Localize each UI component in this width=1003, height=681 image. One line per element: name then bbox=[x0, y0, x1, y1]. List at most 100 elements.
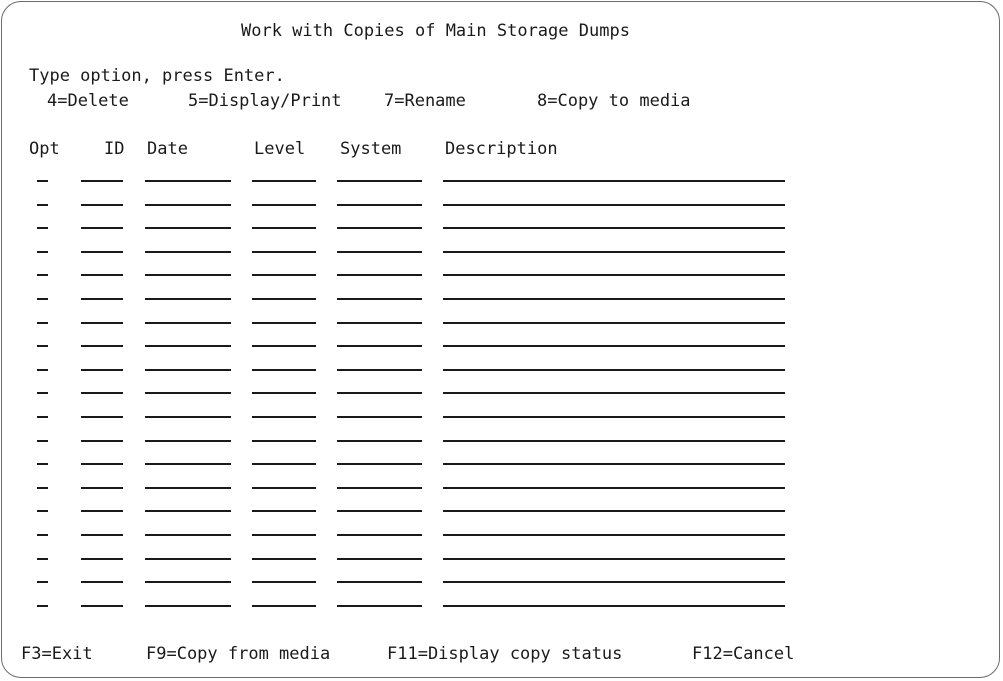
date-field[interactable] bbox=[145, 368, 231, 371]
system-field[interactable] bbox=[337, 392, 422, 395]
date-field[interactable] bbox=[145, 604, 231, 607]
system-field[interactable] bbox=[337, 581, 422, 584]
id-field[interactable] bbox=[81, 486, 123, 489]
id-field[interactable] bbox=[81, 227, 123, 230]
system-field[interactable] bbox=[337, 557, 422, 560]
description-field[interactable] bbox=[443, 581, 785, 584]
level-field[interactable] bbox=[252, 604, 316, 607]
id-field[interactable] bbox=[81, 298, 123, 300]
description-field[interactable] bbox=[443, 416, 785, 418]
level-field[interactable] bbox=[252, 581, 316, 584]
description-field[interactable] bbox=[443, 463, 785, 466]
system-field[interactable] bbox=[337, 604, 422, 607]
description-field[interactable] bbox=[443, 345, 785, 348]
opt-field[interactable] bbox=[37, 392, 48, 395]
id-field[interactable] bbox=[81, 203, 123, 206]
description-field[interactable] bbox=[443, 368, 785, 371]
opt-field[interactable] bbox=[37, 250, 48, 253]
system-field[interactable] bbox=[337, 534, 422, 536]
level-field[interactable] bbox=[252, 416, 316, 418]
level-field[interactable] bbox=[252, 392, 316, 395]
system-field[interactable] bbox=[337, 227, 422, 230]
opt-field[interactable] bbox=[37, 274, 48, 277]
f9-copy-from-media-key[interactable]: F9=Copy from media bbox=[146, 644, 330, 664]
id-field[interactable] bbox=[81, 581, 123, 584]
level-field[interactable] bbox=[252, 486, 316, 489]
date-field[interactable] bbox=[145, 486, 231, 489]
opt-field[interactable] bbox=[37, 416, 48, 418]
id-field[interactable] bbox=[81, 345, 123, 348]
description-field[interactable] bbox=[443, 250, 785, 253]
system-field[interactable] bbox=[337, 368, 422, 371]
opt-field[interactable] bbox=[37, 321, 48, 324]
description-field[interactable] bbox=[443, 557, 785, 560]
opt-field[interactable] bbox=[37, 534, 48, 536]
description-field[interactable] bbox=[443, 604, 785, 607]
system-field[interactable] bbox=[337, 321, 422, 324]
description-field[interactable] bbox=[443, 534, 785, 536]
opt-field[interactable] bbox=[37, 463, 48, 466]
opt-field[interactable] bbox=[37, 203, 48, 206]
date-field[interactable] bbox=[145, 463, 231, 466]
description-field[interactable] bbox=[443, 510, 785, 513]
description-field[interactable] bbox=[443, 321, 785, 324]
date-field[interactable] bbox=[145, 392, 231, 395]
date-field[interactable] bbox=[145, 250, 231, 253]
date-field[interactable] bbox=[145, 321, 231, 324]
system-field[interactable] bbox=[337, 298, 422, 300]
opt-field[interactable] bbox=[37, 557, 48, 560]
id-field[interactable] bbox=[81, 416, 123, 418]
opt-field[interactable] bbox=[37, 486, 48, 489]
id-field[interactable] bbox=[81, 604, 123, 607]
level-field[interactable] bbox=[252, 463, 316, 466]
date-field[interactable] bbox=[145, 274, 231, 277]
description-field[interactable] bbox=[443, 439, 785, 442]
date-field[interactable] bbox=[145, 581, 231, 584]
date-field[interactable] bbox=[145, 227, 231, 230]
level-field[interactable] bbox=[252, 439, 316, 442]
level-field[interactable] bbox=[252, 557, 316, 560]
opt-field[interactable] bbox=[37, 510, 48, 513]
level-field[interactable] bbox=[252, 321, 316, 324]
date-field[interactable] bbox=[145, 345, 231, 348]
description-field[interactable] bbox=[443, 392, 785, 395]
id-field[interactable] bbox=[81, 392, 123, 395]
date-field[interactable] bbox=[145, 416, 231, 418]
f12-cancel-key[interactable]: F12=Cancel bbox=[692, 644, 794, 664]
f3-exit-key[interactable]: F3=Exit bbox=[21, 644, 93, 664]
opt-field[interactable] bbox=[37, 180, 48, 182]
level-field[interactable] bbox=[252, 203, 316, 206]
system-field[interactable] bbox=[337, 416, 422, 418]
system-field[interactable] bbox=[337, 274, 422, 277]
level-field[interactable] bbox=[252, 510, 316, 513]
id-field[interactable] bbox=[81, 274, 123, 277]
id-field[interactable] bbox=[81, 250, 123, 253]
opt-field[interactable] bbox=[37, 439, 48, 442]
opt-field[interactable] bbox=[37, 345, 48, 348]
id-field[interactable] bbox=[81, 534, 123, 536]
date-field[interactable] bbox=[145, 298, 231, 300]
id-field[interactable] bbox=[81, 510, 123, 513]
opt-field[interactable] bbox=[37, 368, 48, 371]
level-field[interactable] bbox=[252, 274, 316, 277]
level-field[interactable] bbox=[252, 534, 316, 536]
system-field[interactable] bbox=[337, 486, 422, 489]
system-field[interactable] bbox=[337, 180, 422, 182]
description-field[interactable] bbox=[443, 203, 785, 206]
system-field[interactable] bbox=[337, 510, 422, 513]
system-field[interactable] bbox=[337, 345, 422, 348]
date-field[interactable] bbox=[145, 510, 231, 513]
system-field[interactable] bbox=[337, 463, 422, 466]
system-field[interactable] bbox=[337, 250, 422, 253]
description-field[interactable] bbox=[443, 180, 785, 182]
opt-field[interactable] bbox=[37, 227, 48, 230]
id-field[interactable] bbox=[81, 463, 123, 466]
description-field[interactable] bbox=[443, 486, 785, 489]
id-field[interactable] bbox=[81, 368, 123, 371]
level-field[interactable] bbox=[252, 250, 316, 253]
id-field[interactable] bbox=[81, 439, 123, 442]
f11-display-copy-status-key[interactable]: F11=Display copy status bbox=[387, 644, 622, 664]
date-field[interactable] bbox=[145, 557, 231, 560]
opt-field[interactable] bbox=[37, 604, 48, 607]
system-field[interactable] bbox=[337, 439, 422, 442]
